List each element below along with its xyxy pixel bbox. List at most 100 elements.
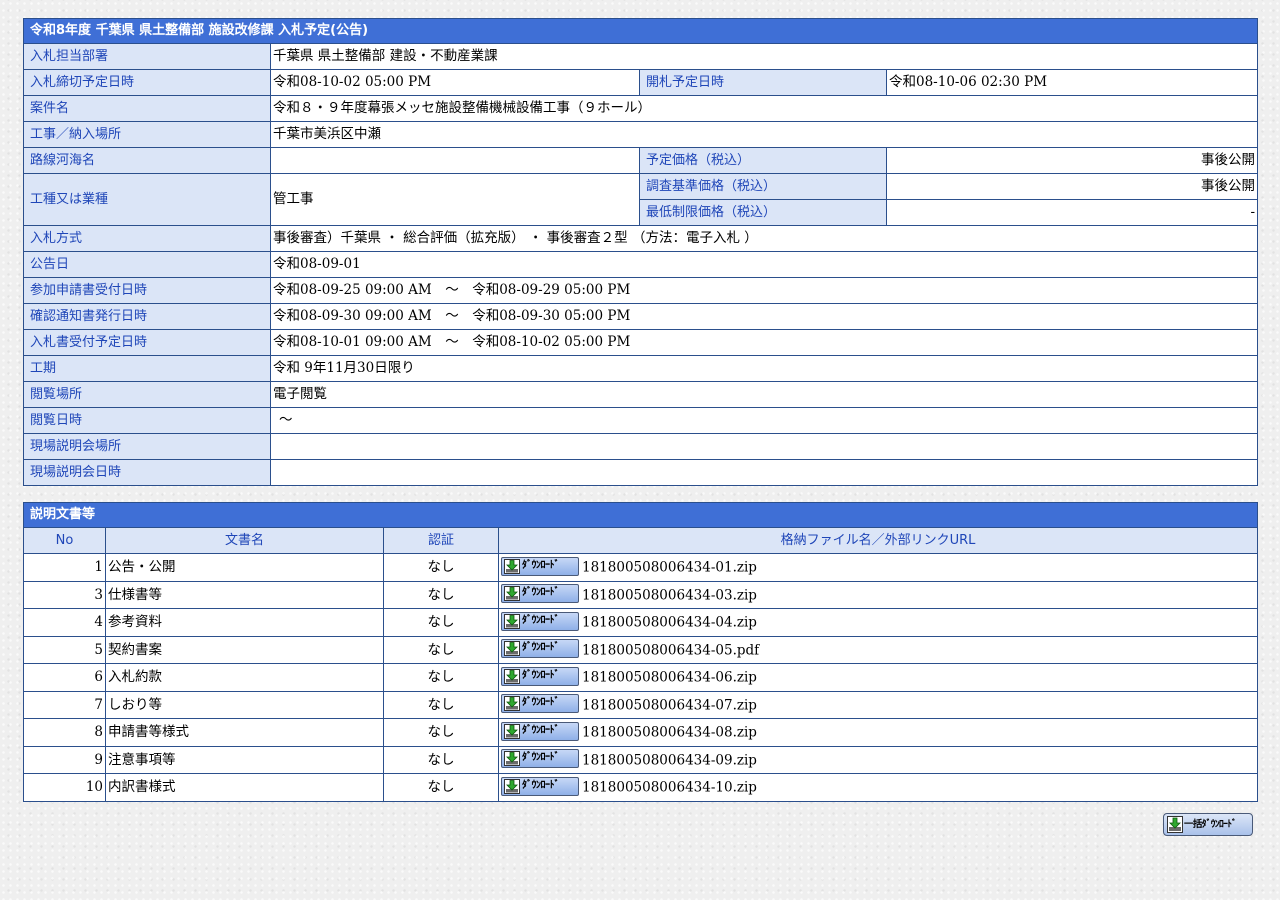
dept-label: 入札担当部署 <box>23 43 271 70</box>
download-button-label: ﾀﾞｳﾝﾛｰﾄﾞ <box>522 669 560 681</box>
download-button[interactable]: ﾀﾞｳﾝﾛｰﾄﾞ <box>501 749 579 768</box>
documents-title: 説明文書等 <box>22 502 1259 528</box>
col-name-header: 文書名 <box>105 527 384 554</box>
document-no: 9 <box>23 745 106 774</box>
download-button[interactable]: ﾀﾞｳﾝﾛｰﾄﾞ <box>501 584 579 603</box>
deadline-value: 令和08-10-02 05:00 PM <box>270 69 640 96</box>
document-file-link[interactable]: 181800508006434-08.zip <box>582 725 757 741</box>
document-name: 内訳書様式 <box>105 773 384 802</box>
download-icon <box>504 641 520 656</box>
document-file-link[interactable]: 181800508006434-10.zip <box>582 780 757 796</box>
document-cert: なし <box>383 635 499 664</box>
viewing-date-value: ～ <box>269 407 1259 434</box>
document-no: 5 <box>23 635 106 664</box>
download-button[interactable]: ﾀﾞｳﾝﾛｰﾄﾞ <box>501 666 579 686</box>
download-icon <box>504 696 520 711</box>
viewing-date-label: 閲覧日時 <box>23 407 271 434</box>
project-label: 案件名 <box>23 95 271 122</box>
download-button[interactable]: ﾀﾞｳﾝﾛｰﾄﾞ <box>501 639 579 658</box>
document-row: 9 注意事項等 なし ﾀﾞｳﾝﾛｰﾄﾞ 181800508006434-09.zip <box>23 745 1259 774</box>
document-file-link[interactable]: 181800508006434-03.zip <box>582 587 757 603</box>
opening-label: 開札予定日時 <box>639 69 887 96</box>
download-button[interactable]: ﾀﾞｳﾝﾛｰﾄﾞ <box>501 694 579 713</box>
download-button-label: ﾀﾞｳﾝﾛｰﾄﾞ <box>522 779 560 791</box>
download-button[interactable]: ﾀﾞｳﾝﾛｰﾄﾞ <box>501 556 579 576</box>
bulk-download-area: 一括ﾀﾞｳﾝﾛｰﾄﾞ <box>1163 813 1253 836</box>
confirm-notice-value: 令和08-09-30 09:00 AM ～ 令和08-09-30 05:00 P… <box>269 303 1259 330</box>
location-label: 工事／納入場所 <box>23 121 271 148</box>
download-button[interactable]: ﾀﾞｳﾝﾛｰﾄﾞ <box>501 721 579 741</box>
download-icon <box>504 751 520 766</box>
document-file-link[interactable]: 181800508006434-06.zip <box>582 670 757 686</box>
download-icon <box>504 668 520 684</box>
documents-table: 説明文書等 No 文書名 認証 格納ファイル名／外部リンクURL 1 公告・公開な… <box>22 502 1259 802</box>
method-value: 事後審査）千葉県 ・ 総合評価（拡充版） ・ 事後審査２型 （方法：電子入札 ） <box>269 225 1259 252</box>
document-row: 10 内訳書様式 なし ﾀﾞｳﾝﾛｰﾄﾞ 181800508006434-10.zip <box>23 773 1259 802</box>
bulk-download-button[interactable]: 一括ﾀﾞｳﾝﾛｰﾄﾞ <box>1163 813 1253 836</box>
document-row: 1 公告・公開 なし ﾀﾞｳﾝﾛｰﾄﾞ 181800508006434-01.zip <box>23 553 1259 582</box>
document-cert: なし <box>383 608 499 637</box>
notice-date-value: 令和08-09-01 <box>269 251 1259 278</box>
bid-info-table: 令和8年度 千葉県 県土整備部 施設改修課 入札予定(公告) 入札担当部署 千葉… <box>22 18 1259 486</box>
construction-period-label: 工期 <box>23 355 271 382</box>
document-file-cell: ﾀﾞｳﾝﾛｰﾄﾞ 181800508006434-07.zip <box>497 690 1259 719</box>
documents-body: 1 公告・公開 なし ﾀﾞｳﾝﾛｰﾄﾞ 181800508006434-01.zip 3 仕… <box>23 553 1259 802</box>
document-file-cell: ﾀﾞｳﾝﾛｰﾄﾞ 181800508006434-10.zip <box>497 773 1259 802</box>
application-period-label: 参加申請書受付日時 <box>23 277 271 304</box>
route-label: 路線河海名 <box>23 147 271 174</box>
col-cert-header: 認証 <box>383 527 499 554</box>
site-briefing-place-label: 現場説明会場所 <box>23 433 271 460</box>
document-row: 4 参考資料 なし ﾀﾞｳﾝﾛｰﾄﾞ 181800508006434-04.zip <box>23 608 1259 637</box>
survey-price-label: 調査基準価格（税込） <box>639 173 887 200</box>
min-price-value: - <box>885 199 1259 226</box>
site-briefing-date-label: 現場説明会日時 <box>23 459 271 486</box>
bulk-download-icon <box>1167 816 1183 833</box>
min-price-label: 最低制限価格（税込） <box>639 199 887 226</box>
document-file-link[interactable]: 181800508006434-04.zip <box>582 615 757 631</box>
work-type-label: 工種又は業種 <box>23 173 271 226</box>
dept-value: 千葉県 県土整備部 建設・不動産業課 <box>269 43 1259 70</box>
document-cert: なし <box>383 690 499 719</box>
download-icon <box>504 723 520 739</box>
document-cert: なし <box>383 553 499 582</box>
confirm-notice-label: 確認通知書発行日時 <box>23 303 271 330</box>
download-button-label: ﾀﾞｳﾝﾛｰﾄﾞ <box>522 614 560 626</box>
document-cert: なし <box>383 773 499 802</box>
document-file-cell: ﾀﾞｳﾝﾛｰﾄﾞ 181800508006434-03.zip <box>497 580 1259 609</box>
project-value: 令和８・９年度幕張メッセ施設整備機械設備工事（９ホール） <box>269 95 1259 122</box>
document-file-cell: ﾀﾞｳﾝﾛｰﾄﾞ 181800508006434-01.zip <box>497 553 1259 582</box>
location-value: 千葉市美浜区中瀬 <box>269 121 1259 148</box>
survey-price-value: 事後公開 <box>885 173 1259 200</box>
document-file-link[interactable]: 181800508006434-07.zip <box>582 697 757 713</box>
site-briefing-place-value <box>269 433 1259 460</box>
method-label: 入札方式 <box>23 225 271 252</box>
site-briefing-date-value <box>269 459 1259 486</box>
route-value <box>270 147 640 174</box>
document-name: 申請書等様式 <box>105 718 384 747</box>
viewing-place-value: 電子閲覧 <box>269 381 1259 408</box>
bid-receipt-value: 令和08-10-01 09:00 AM ～ 令和08-10-02 05:00 P… <box>269 329 1259 356</box>
col-file-header: 格納ファイル名／外部リンクURL <box>497 527 1259 554</box>
document-no: 6 <box>23 663 106 692</box>
document-row: 6 入札約款 なし ﾀﾞｳﾝﾛｰﾄﾞ 181800508006434-06.zip <box>23 663 1259 692</box>
download-button-label: ﾀﾞｳﾝﾛｰﾄﾞ <box>522 724 560 736</box>
download-button-label: ﾀﾞｳﾝﾛｰﾄﾞ <box>522 752 560 763</box>
download-button-label: ﾀﾞｳﾝﾛｰﾄﾞ <box>522 642 560 653</box>
download-button[interactable]: ﾀﾞｳﾝﾛｰﾄﾞ <box>501 611 579 631</box>
document-no: 3 <box>23 580 106 609</box>
document-file-link[interactable]: 181800508006434-05.pdf <box>582 642 759 658</box>
col-no-header: No <box>23 527 106 554</box>
application-period-value: 令和08-09-25 09:00 AM ～ 令和08-09-29 05:00 P… <box>269 277 1259 304</box>
document-no: 10 <box>23 773 106 802</box>
download-button[interactable]: ﾀﾞｳﾝﾛｰﾄﾞ <box>501 776 579 796</box>
price-value: 事後公開 <box>885 147 1259 174</box>
page-container: 令和8年度 千葉県 県土整備部 施設改修課 入札予定(公告) 入札担当部署 千葉… <box>22 18 1259 802</box>
document-file-link[interactable]: 181800508006434-01.zip <box>582 560 757 576</box>
document-cert: なし <box>383 663 499 692</box>
document-no: 7 <box>23 690 106 719</box>
document-file-link[interactable]: 181800508006434-09.zip <box>582 752 757 768</box>
document-name: 入札約款 <box>105 663 384 692</box>
document-name: 契約書案 <box>105 635 384 664</box>
document-name: 公告・公開 <box>105 553 384 582</box>
document-no: 8 <box>23 718 106 747</box>
